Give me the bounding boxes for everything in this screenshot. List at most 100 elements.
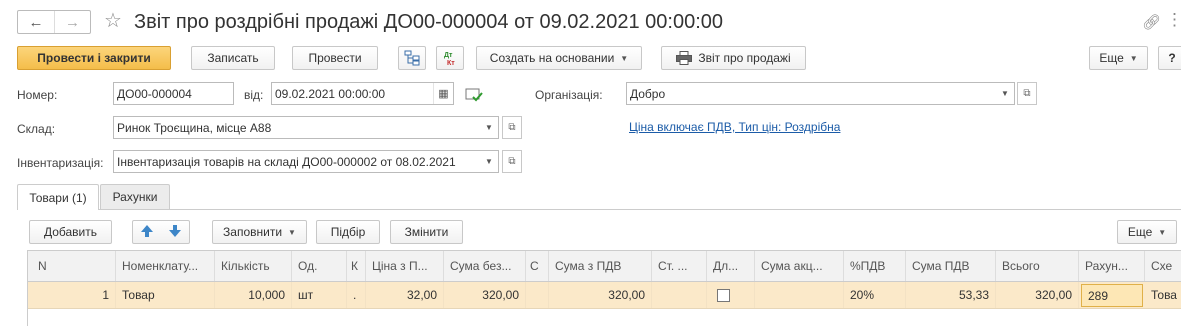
inventory-value: Інвентаризація товарів на складі ДО00-00… bbox=[117, 154, 456, 169]
col-c[interactable]: С bbox=[526, 251, 549, 281]
open-warehouse-button[interactable]: ⧉ bbox=[502, 116, 522, 139]
col-excise[interactable]: Сума акц... bbox=[755, 251, 844, 281]
col-scheme[interactable]: Схе bbox=[1145, 251, 1181, 281]
col-total[interactable]: Всього bbox=[996, 251, 1079, 281]
organization-field[interactable]: Добро ▼ bbox=[626, 82, 1015, 105]
col-price[interactable]: Ціна з П... bbox=[366, 251, 444, 281]
date-value: 09.02.2021 00:00:00 bbox=[275, 86, 386, 101]
sales-report-button[interactable]: Звіт про продажі bbox=[661, 46, 806, 70]
move-buttons bbox=[132, 220, 190, 244]
col-account[interactable]: Рахун... bbox=[1079, 251, 1145, 281]
dropdown-icon[interactable]: ▼ bbox=[996, 83, 1014, 104]
back-button[interactable]: ← bbox=[18, 11, 54, 33]
col-dl[interactable]: Дл... bbox=[707, 251, 755, 281]
col-item[interactable]: Номенклату... bbox=[116, 251, 215, 281]
create-based-on-label: Создать на основании bbox=[489, 51, 615, 65]
dropdown-icon[interactable]: ▼ bbox=[480, 117, 498, 138]
caret-down-icon: ▼ bbox=[1129, 53, 1138, 63]
more-icon[interactable]: ⋮ bbox=[1166, 10, 1181, 30]
create-based-on-button[interactable]: Создать на основании ▼ bbox=[476, 46, 642, 70]
cell-k[interactable]: . bbox=[347, 282, 366, 308]
posted-status-icon bbox=[465, 86, 483, 105]
cell-st[interactable] bbox=[652, 282, 707, 308]
inventory-label: Інвентаризація: bbox=[17, 156, 104, 170]
warehouse-label: Склад: bbox=[17, 122, 56, 136]
table-more-button[interactable]: Еще ▼ bbox=[1117, 220, 1177, 244]
post-button[interactable]: Провести bbox=[292, 46, 378, 70]
calendar-icon[interactable]: ▦ bbox=[433, 83, 453, 104]
inventory-field[interactable]: Інвентаризація товарів на складі ДО00-00… bbox=[113, 150, 499, 173]
dl-checkbox[interactable] bbox=[717, 288, 730, 302]
col-vat-rate[interactable]: %ПДВ bbox=[844, 251, 906, 281]
date-label: від: bbox=[244, 88, 264, 102]
organization-value: Добро bbox=[630, 86, 666, 101]
col-sum-no-vat[interactable]: Сума без... bbox=[444, 251, 526, 281]
dropdown-icon[interactable]: ▼ bbox=[480, 151, 498, 172]
col-st[interactable]: Ст. ... bbox=[652, 251, 707, 281]
arrow-right-icon: → bbox=[65, 13, 80, 31]
cell-scheme[interactable]: Това bbox=[1145, 282, 1181, 308]
move-up-icon[interactable] bbox=[140, 224, 154, 241]
col-k[interactable]: К bbox=[347, 251, 366, 281]
cell-excise[interactable] bbox=[755, 282, 844, 308]
cell-sum-no-vat[interactable]: 320,00 bbox=[444, 282, 526, 308]
cell-vat-rate[interactable]: 20% bbox=[844, 282, 906, 308]
select-button[interactable]: Підбір bbox=[316, 220, 380, 244]
cell-c[interactable] bbox=[526, 282, 549, 308]
svg-text:Кт: Кт bbox=[447, 60, 455, 66]
document-structure-button[interactable] bbox=[398, 46, 426, 70]
dt-kt-button[interactable]: Дт Кт bbox=[436, 46, 464, 70]
goods-table: N Номенклату... Кількість Од. К Ціна з П… bbox=[27, 250, 1181, 326]
save-button[interactable]: Записать bbox=[191, 46, 275, 70]
caret-down-icon: ▼ bbox=[288, 227, 296, 237]
col-vat-sum[interactable]: Сума ПДВ bbox=[906, 251, 996, 281]
cell-total[interactable]: 320,00 bbox=[996, 282, 1079, 308]
post-and-close-button[interactable]: Провести і закрити bbox=[17, 46, 171, 70]
fill-button[interactable]: Заповнити ▼ bbox=[212, 220, 307, 244]
cell-unit[interactable]: шт bbox=[292, 282, 347, 308]
cell-vat-sum[interactable]: 53,33 bbox=[906, 282, 996, 308]
cell-item[interactable]: Товар bbox=[116, 282, 215, 308]
change-button[interactable]: Змінити bbox=[390, 220, 463, 244]
more-button[interactable]: Еще ▼ bbox=[1089, 46, 1148, 70]
cell-n: 1 bbox=[28, 282, 116, 308]
fill-label: Заповнити bbox=[223, 225, 283, 239]
open-icon: ⧉ bbox=[1023, 88, 1031, 99]
document-structure-icon bbox=[404, 50, 420, 66]
col-n[interactable]: N bbox=[28, 251, 116, 281]
organization-label: Організація: bbox=[535, 88, 603, 102]
price-type-link[interactable]: Ціна включає ПДВ, Тип цін: Роздрібна bbox=[629, 120, 840, 134]
add-row-button[interactable]: Добавить bbox=[29, 220, 112, 244]
number-field[interactable]: ДО00-000004 bbox=[113, 82, 234, 105]
open-inventory-button[interactable]: ⧉ bbox=[502, 150, 522, 173]
navigation-group: ← → bbox=[17, 10, 91, 34]
forward-button[interactable]: → bbox=[54, 11, 90, 33]
star-icon[interactable]: ☆ bbox=[104, 9, 122, 33]
date-field[interactable]: 09.02.2021 00:00:00 ▦ bbox=[271, 82, 454, 105]
warehouse-value: Ринок Троєщина, місце А88 bbox=[117, 120, 272, 135]
col-unit[interactable]: Од. bbox=[292, 251, 347, 281]
warehouse-field[interactable]: Ринок Троєщина, місце А88 ▼ bbox=[113, 116, 499, 139]
caret-down-icon: ▼ bbox=[620, 53, 629, 63]
caret-down-icon: ▼ bbox=[1158, 227, 1167, 237]
cell-dl bbox=[707, 282, 755, 308]
dt-kt-icon: Дт Кт bbox=[444, 52, 455, 66]
tab-accounts[interactable]: Рахунки bbox=[100, 184, 170, 209]
cell-sum-with-vat[interactable]: 320,00 bbox=[549, 282, 652, 308]
help-button[interactable]: ? bbox=[1158, 46, 1181, 70]
cell-qty[interactable]: 10,000 bbox=[215, 282, 292, 308]
open-organization-button[interactable]: ⧉ bbox=[1017, 82, 1037, 105]
col-qty[interactable]: Кількість bbox=[215, 251, 292, 281]
move-down-icon[interactable] bbox=[168, 224, 182, 241]
tab-goods[interactable]: Товари (1) bbox=[17, 184, 99, 210]
cell-account[interactable]: 289 bbox=[1081, 284, 1143, 307]
arrow-left-icon: ← bbox=[28, 13, 44, 31]
col-sum-with-vat[interactable]: Сума з ПДВ bbox=[549, 251, 652, 281]
page-title: Звіт про роздрібні продажі ДО00-000004 о… bbox=[134, 11, 724, 33]
more-label: Еще bbox=[1099, 51, 1124, 65]
svg-text:Дт: Дт bbox=[444, 52, 453, 59]
open-icon: ⧉ bbox=[508, 122, 516, 133]
table-row[interactable]: 1 Товар 10,000 шт . 32,00 320,00 320,00 … bbox=[28, 282, 1181, 309]
cell-price[interactable]: 32,00 bbox=[366, 282, 444, 308]
link-icon[interactable]: 🔗︎ bbox=[1142, 13, 1161, 31]
